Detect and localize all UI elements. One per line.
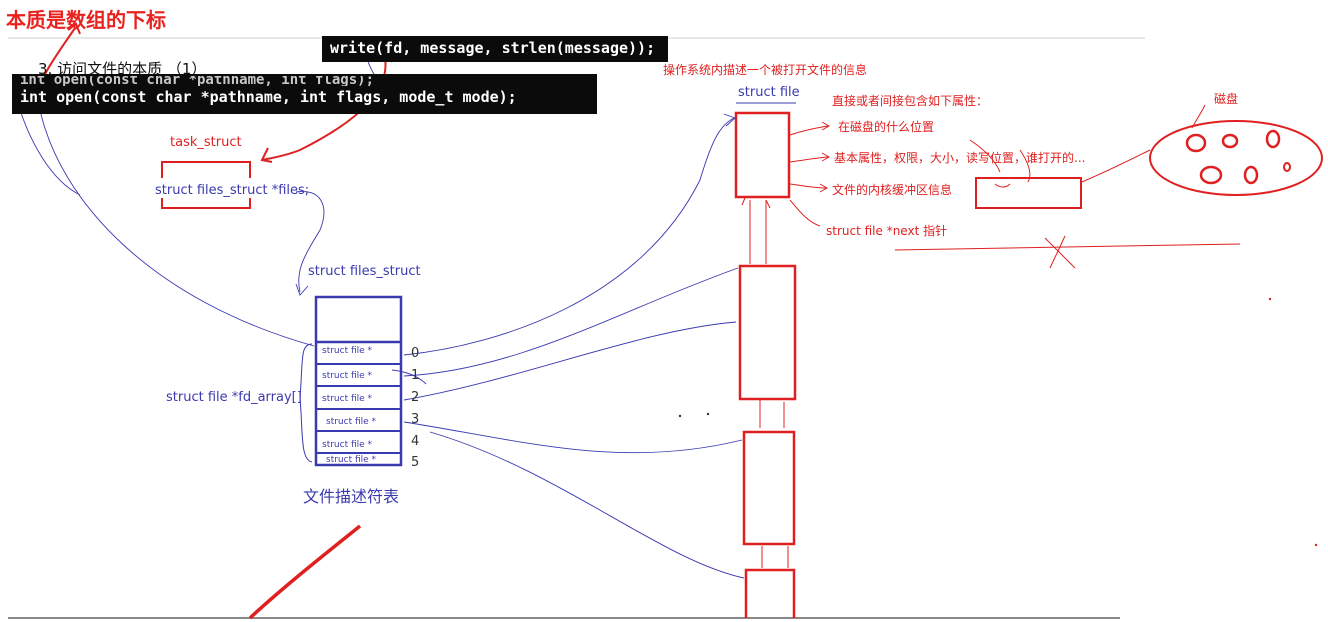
os-description-note: 操作系统内描述一个被打开文件的信息: [663, 63, 868, 77]
open-code-faded: int open(const char *pathname, int flags…: [20, 76, 375, 86]
fd-index-0: 0: [411, 346, 420, 361]
cache-box: [975, 177, 1082, 209]
fd-slot-2: struct file *: [322, 394, 373, 404]
heading-title: 本质是数组的下标: [6, 8, 166, 32]
attr-disk-location: 在磁盘的什么位置: [838, 120, 935, 134]
fd-slot-0: struct file *: [322, 346, 373, 356]
disk-ellipse: [1149, 120, 1323, 196]
disk-label: 磁盘: [1214, 92, 1239, 106]
write-code-line: write(fd, message, strlen(message)); //: [322, 36, 668, 81]
open-code-text: int open(const char *pathname, int flags…: [20, 88, 517, 106]
fd-slot-4: struct file *: [322, 440, 373, 450]
struct-file-box-2: [738, 264, 797, 401]
fd-index-3: 3: [411, 412, 420, 427]
attr-basic-properties: 基本属性，权限，大小，读写位置，谁打开的...: [834, 151, 1086, 165]
files-struct-label: struct files_struct: [308, 264, 421, 279]
struct-file-box-4: [744, 568, 796, 618]
fd-index-2: 2: [411, 390, 420, 405]
fd-array: struct file * struct file * struct file …: [316, 297, 401, 465]
fd-array-label: struct file *fd_array[]: [166, 390, 302, 405]
struct-file-box-3: [742, 430, 796, 546]
struct-file-box-1: [734, 111, 791, 199]
attrs-title: 直接或者间接包含如下属性：: [832, 94, 989, 108]
files-pointer-field: struct files_struct *files;: [155, 183, 310, 198]
attr-kernel-buffer: 文件的内核缓冲区信息: [832, 183, 953, 197]
next-pointer-label: struct file *next 指针: [826, 224, 948, 238]
fd-index-1: 1: [411, 368, 420, 383]
fd-slot-1: struct file *: [322, 371, 373, 381]
fd-slot-3: struct file *: [326, 417, 377, 427]
task-struct-label: task_struct: [170, 135, 242, 150]
open-code-block: int open(const char *pathname, int flags…: [12, 74, 597, 114]
struct-file-label: struct file: [738, 85, 800, 100]
fd-slot-5: struct file *: [326, 455, 377, 465]
fd-table-caption: 文件描述符表: [303, 487, 400, 506]
fd-index-4: 4: [411, 434, 420, 449]
fd-index-5: 5: [411, 455, 420, 470]
